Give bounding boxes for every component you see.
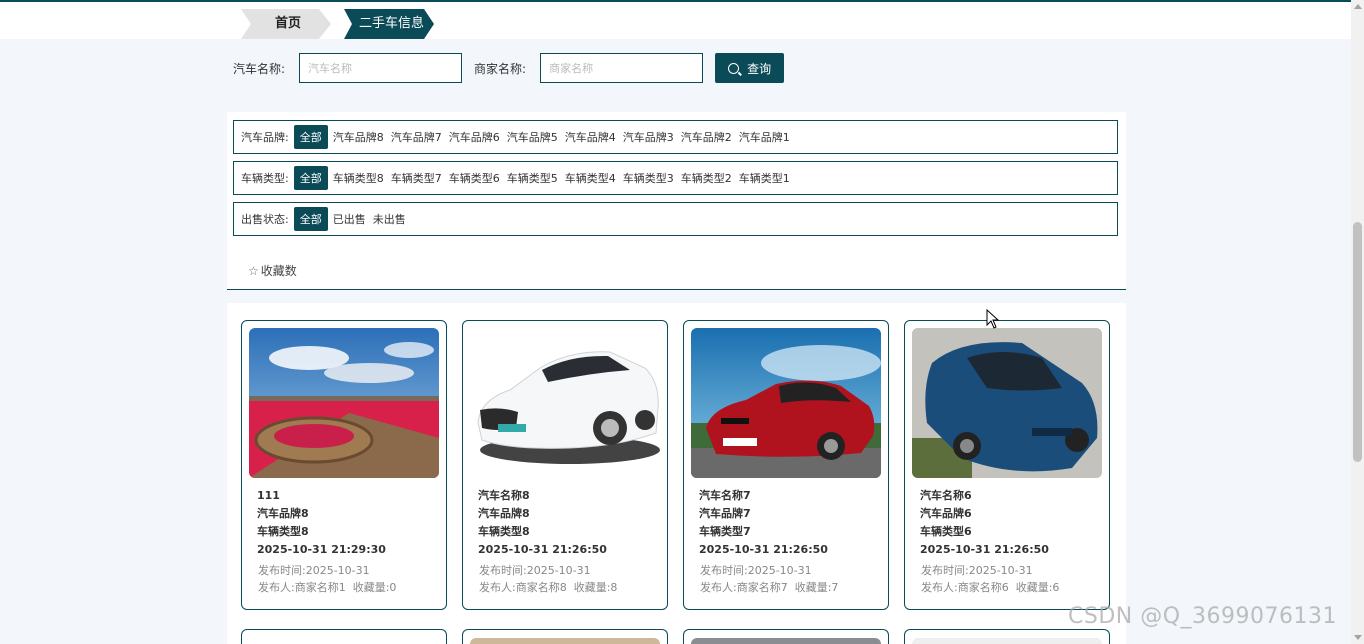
car-datetime: 2025-10-31 21:29:30 xyxy=(257,543,386,556)
filter-option[interactable]: 汽车品牌7 xyxy=(388,129,445,145)
car-card[interactable] xyxy=(462,629,668,644)
favorites-count: 收藏量:7 xyxy=(794,581,839,594)
car-card[interactable] xyxy=(904,629,1110,644)
star-icon: ☆ xyxy=(248,263,259,278)
filter-option[interactable]: 全部 xyxy=(293,207,328,231)
filter-label: 车辆类型: xyxy=(241,172,289,185)
publish-time: 发布时间:2025-10-31 xyxy=(479,564,591,577)
car-brand: 汽车品牌7 xyxy=(699,507,751,520)
filter-option[interactable]: 车辆类型2 xyxy=(678,170,735,186)
sort-by-favorites[interactable]: ☆ 收藏数 xyxy=(248,262,297,279)
publisher: 发布人:商家名称1 xyxy=(258,581,346,594)
filter-option[interactable]: 汽车品牌5 xyxy=(504,129,561,145)
publish-time: 发布时间:2025-10-31 xyxy=(700,564,812,577)
car-image xyxy=(912,638,1102,644)
car-type: 车辆类型7 xyxy=(699,525,751,538)
car-card[interactable]: 111 汽车品牌8 车辆类型8 2025-10-31 21:29:30 发布时间… xyxy=(241,320,447,610)
filter-option[interactable]: 汽车品牌4 xyxy=(562,129,619,145)
publisher: 发布人:商家名称8 xyxy=(479,581,567,594)
filter-panel: 汽车品牌: 全部 汽车品牌8 汽车品牌7 汽车品牌6 汽车品牌5 汽车品牌4 汽… xyxy=(227,112,1126,290)
top-bar: 首页 二手车信息 xyxy=(0,0,1351,39)
scrollbar-thumb[interactable] xyxy=(1353,222,1362,462)
car-card[interactable] xyxy=(241,629,447,644)
car-type: 车辆类型8 xyxy=(478,525,530,538)
car-image xyxy=(470,328,660,478)
favorites-count: 收藏量:8 xyxy=(573,581,618,594)
filter-option[interactable]: 车辆类型5 xyxy=(504,170,561,186)
car-card[interactable]: 汽车名称6 汽车品牌6 车辆类型6 2025-10-31 21:26:50 发布… xyxy=(904,320,1110,610)
car-type: 车辆类型8 xyxy=(257,525,309,538)
filter-label: 出售状态: xyxy=(241,213,289,226)
filter-option[interactable]: 已出售 xyxy=(330,211,369,227)
merchant-name-label: 商家名称: xyxy=(474,61,527,76)
scroll-down-arrow-icon[interactable] xyxy=(1354,635,1362,640)
favorites-count: 收藏量:0 xyxy=(352,581,397,594)
search-icon xyxy=(728,62,740,74)
favorites-count: 收藏量:6 xyxy=(1015,581,1060,594)
breadcrumb-home[interactable]: 首页 xyxy=(241,9,331,39)
filter-option[interactable]: 汽车品牌3 xyxy=(620,129,677,145)
scrollbar[interactable] xyxy=(1351,0,1364,644)
car-datetime: 2025-10-31 21:26:50 xyxy=(920,543,1049,556)
search-bar: 汽车名称: 商家名称: 查询 xyxy=(233,53,785,83)
filter-option[interactable]: 汽车品牌2 xyxy=(678,129,735,145)
filter-option[interactable]: 汽车品牌1 xyxy=(736,129,793,145)
publisher: 发布人:商家名称7 xyxy=(700,581,788,594)
car-type: 车辆类型6 xyxy=(920,525,972,538)
filter-option[interactable]: 车辆类型3 xyxy=(620,170,677,186)
car-image xyxy=(912,328,1102,478)
filter-brand: 汽车品牌: 全部 汽车品牌8 汽车品牌7 汽车品牌6 汽车品牌5 汽车品牌4 汽… xyxy=(233,120,1118,154)
mouse-cursor-icon xyxy=(986,308,1000,332)
car-name: 111 xyxy=(257,489,280,502)
breadcrumb-current[interactable]: 二手车信息 xyxy=(344,9,434,39)
filter-option[interactable]: 全部 xyxy=(293,125,328,149)
car-name: 汽车名称7 xyxy=(699,489,751,502)
filter-option[interactable]: 汽车品牌6 xyxy=(446,129,503,145)
car-image xyxy=(691,638,881,644)
publisher: 发布人:商家名称6 xyxy=(921,581,1009,594)
filter-type: 车辆类型: 全部 车辆类型8 车辆类型7 车辆类型6 车辆类型5 车辆类型4 车… xyxy=(233,161,1118,195)
filter-option[interactable]: 车辆类型7 xyxy=(388,170,445,186)
sort-label: 收藏数 xyxy=(260,264,297,278)
car-image xyxy=(470,638,660,644)
filter-option[interactable]: 车辆类型6 xyxy=(446,170,503,186)
search-button-label: 查询 xyxy=(747,61,772,76)
filter-option[interactable]: 全部 xyxy=(293,166,328,190)
car-name-label: 汽车名称: xyxy=(233,61,286,76)
filter-sale-status: 出售状态: 全部 已出售 未出售 xyxy=(233,202,1118,236)
car-name: 汽车名称8 xyxy=(478,489,530,502)
car-brand: 汽车品牌8 xyxy=(257,507,309,520)
filter-option[interactable]: 车辆类型1 xyxy=(736,170,793,186)
publish-time: 发布时间:2025-10-31 xyxy=(921,564,1033,577)
scroll-up-arrow-icon[interactable] xyxy=(1354,4,1362,9)
filter-option[interactable]: 未出售 xyxy=(370,211,409,227)
car-brand: 汽车品牌8 xyxy=(478,507,530,520)
merchant-name-input[interactable] xyxy=(540,53,704,83)
car-card[interactable]: 汽车名称7 汽车品牌7 车辆类型7 2025-10-31 21:26:50 发布… xyxy=(683,320,889,610)
car-image xyxy=(691,328,881,478)
car-datetime: 2025-10-31 21:26:50 xyxy=(699,543,828,556)
car-card[interactable]: 汽车名称8 汽车品牌8 车辆类型8 2025-10-31 21:26:50 发布… xyxy=(462,320,668,610)
filter-label: 汽车品牌: xyxy=(241,131,289,144)
search-button[interactable]: 查询 xyxy=(715,53,785,83)
car-name: 汽车名称6 xyxy=(920,489,972,502)
car-name-input[interactable] xyxy=(299,53,463,83)
car-brand: 汽车品牌6 xyxy=(920,507,972,520)
car-grid: 111 汽车品牌8 车辆类型8 2025-10-31 21:29:30 发布时间… xyxy=(227,303,1126,644)
car-image xyxy=(249,328,439,478)
watermark: CSDN @Q_3699076131 xyxy=(1068,604,1338,629)
filter-option[interactable]: 车辆类型8 xyxy=(330,170,387,186)
car-card[interactable] xyxy=(683,629,889,644)
filter-option[interactable]: 车辆类型4 xyxy=(562,170,619,186)
filter-option[interactable]: 汽车品牌8 xyxy=(330,129,387,145)
car-datetime: 2025-10-31 21:26:50 xyxy=(478,543,607,556)
publish-time: 发布时间:2025-10-31 xyxy=(258,564,370,577)
